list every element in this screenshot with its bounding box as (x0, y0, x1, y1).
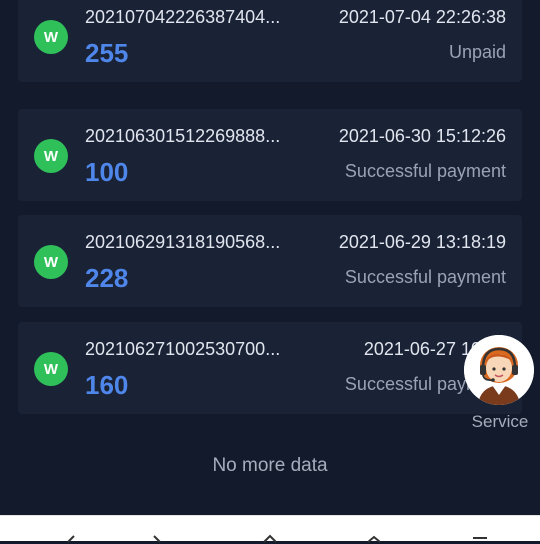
order-amount: 100 (85, 157, 129, 187)
service-button[interactable]: Service (462, 335, 538, 435)
order-status: Unpaid (448, 42, 506, 62)
order-id: 202106271002530700... (85, 339, 281, 359)
service-label: Service (471, 412, 529, 431)
order-date: 2021-07-04 22:26:38 (338, 7, 506, 27)
wechat-pay-icon: W (34, 20, 68, 54)
order-id: 202107042226387404... (85, 7, 281, 27)
forward-icon[interactable] (150, 534, 166, 544)
order-date: 2021-06-29 13:18:19 (338, 232, 506, 252)
back-icon[interactable] (62, 534, 78, 544)
order-amount: 255 (85, 38, 129, 68)
share-icon[interactable] (364, 534, 384, 544)
order-amount: 228 (85, 263, 129, 293)
system-navigation-bar (0, 515, 540, 544)
no-more-data-text: No more data (212, 455, 328, 476)
wechat-pay-icon: W (34, 139, 68, 173)
order-status: Successful payment (344, 161, 506, 181)
order-card[interactable]: W 202107042226387404... 255 2021-07-04 2… (18, 0, 522, 82)
order-id: 202106291318190568... (85, 232, 281, 252)
wechat-pay-icon: W (34, 245, 68, 279)
wechat-pay-icon: W (34, 352, 68, 386)
order-amount: 160 (85, 370, 129, 400)
order-status: Successful payment (344, 267, 506, 287)
order-card[interactable]: W 202106301512269888... 100 2021-06-30 1… (18, 109, 522, 201)
order-date: 2021-06-30 15:12:26 (338, 126, 506, 146)
order-card[interactable]: W 202106291318190568... 228 2021-06-29 1… (18, 215, 522, 307)
customer-service-agent-icon[interactable] (464, 335, 534, 405)
menu-icon[interactable] (470, 534, 490, 544)
order-id: 202106301512269888... (85, 126, 281, 146)
home-icon[interactable] (260, 534, 280, 544)
order-card[interactable]: W 202106271002530700... 160 2021-06-27 1… (18, 322, 522, 414)
